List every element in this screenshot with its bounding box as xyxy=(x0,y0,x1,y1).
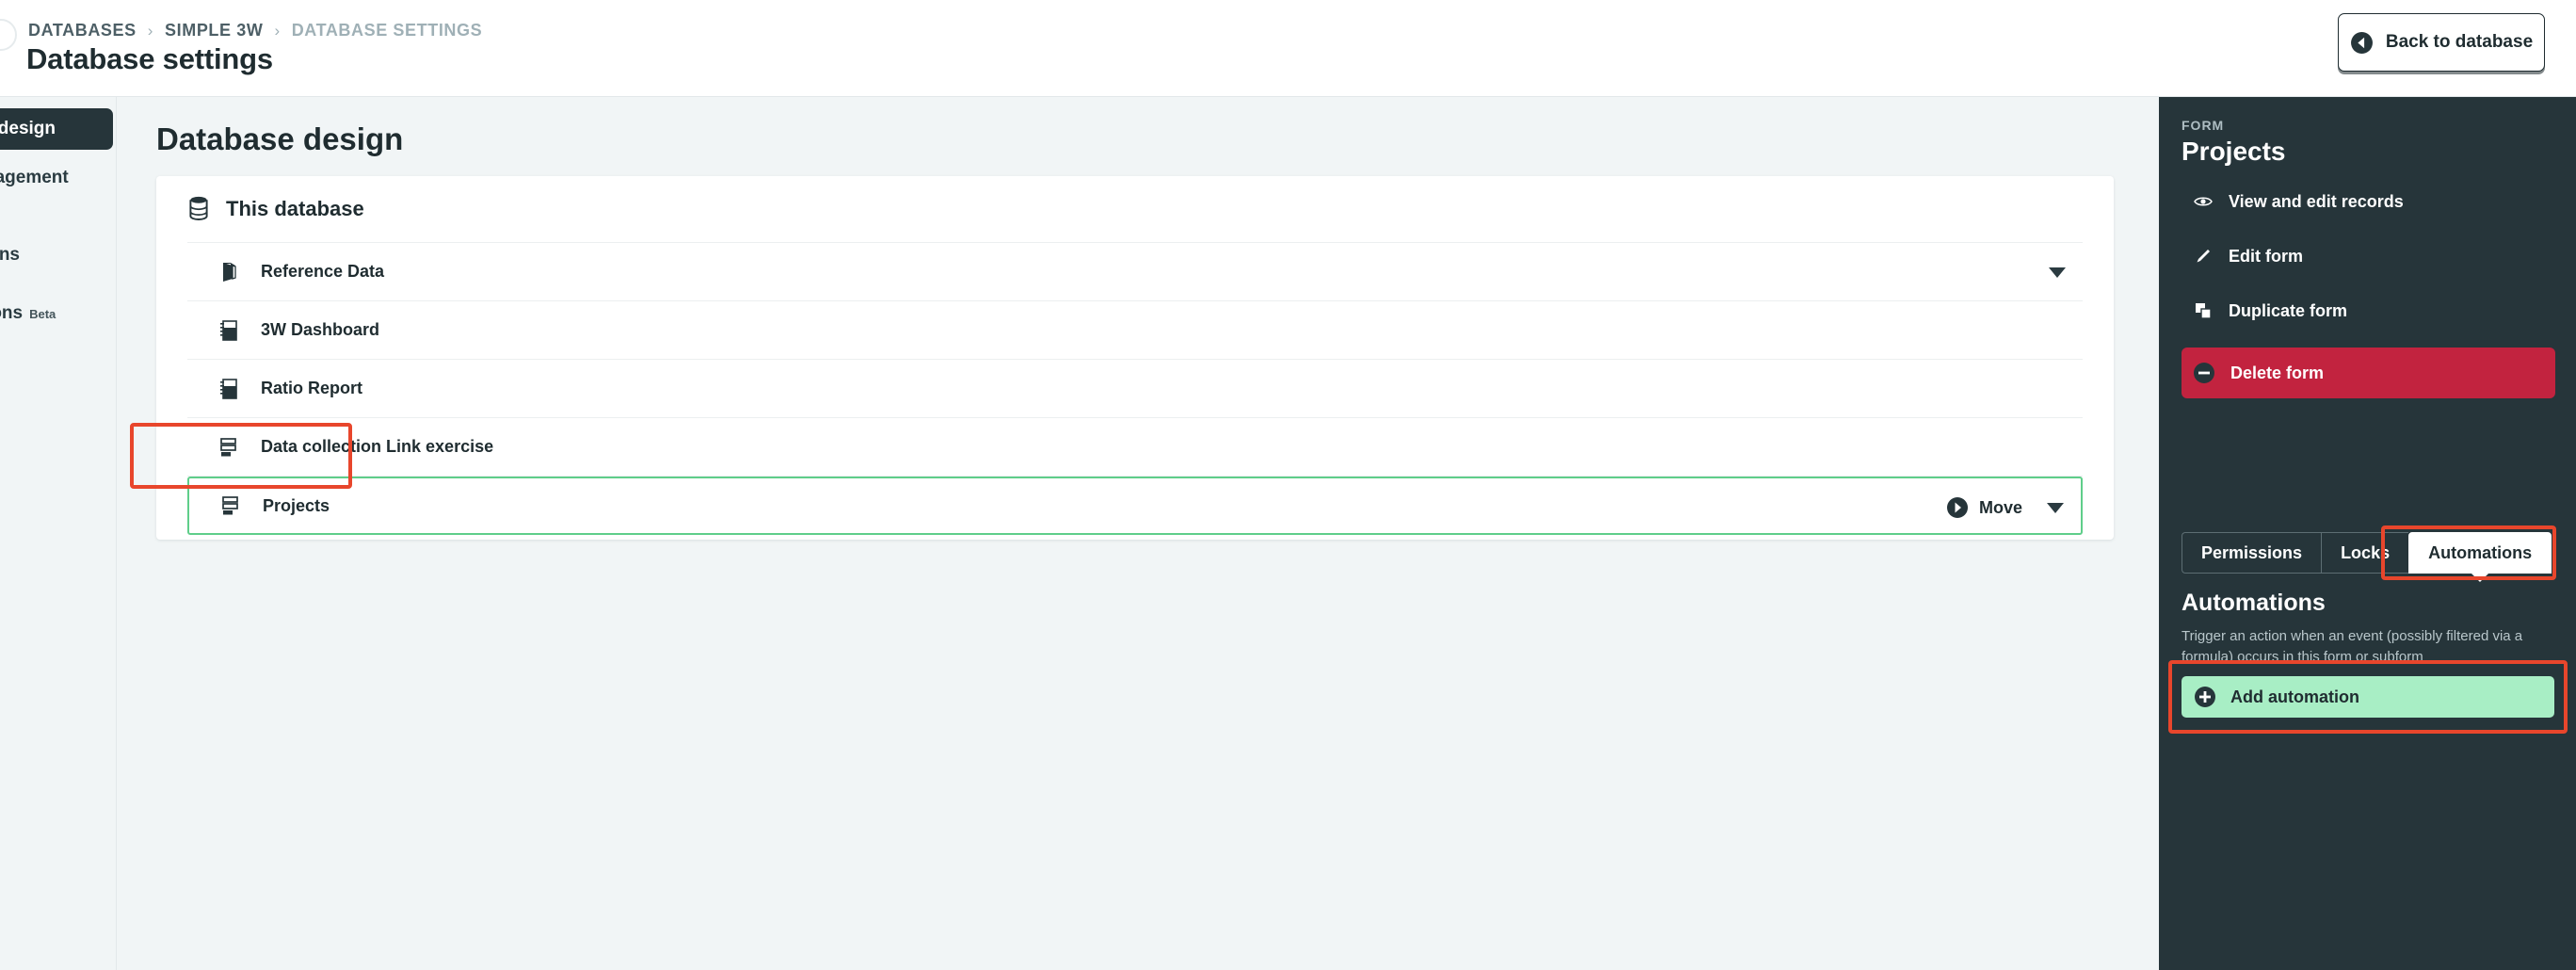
design-row-controls: Move xyxy=(1946,478,2081,537)
circle-minus-icon xyxy=(2194,363,2214,383)
design-row-label: Reference Data xyxy=(261,262,385,281)
pencil-icon xyxy=(2193,248,2214,265)
design-row-label: Projects xyxy=(263,495,330,515)
sidebar-item-database-design[interactable]: Database design xyxy=(0,108,113,150)
design-row-label: 3W Dashboard xyxy=(261,320,380,339)
duplicate-form-button[interactable]: Duplicate form xyxy=(2182,291,2555,331)
action-label: Duplicate form xyxy=(2229,300,2348,320)
panel-tabs: Permissions Locks Automations xyxy=(2182,532,2552,574)
view-and-edit-records-button[interactable]: View and edit records xyxy=(2182,182,2555,221)
back-to-database-button[interactable]: Back to database xyxy=(2338,13,2545,72)
design-row-reference-data[interactable]: Reference Data xyxy=(187,243,2083,301)
sidebar-item-automations[interactable]: Automations Beta xyxy=(0,293,113,334)
design-row-3w-dashboard[interactable]: 3W Dashboard xyxy=(187,301,2083,360)
app-root: DATABASES › SIMPLE 3W › DATABASE SETTING… xyxy=(0,0,2576,970)
card-header: This database xyxy=(156,176,2114,242)
tab-locks[interactable]: Locks xyxy=(2321,532,2409,574)
top-bar: DATABASES › SIMPLE 3W › DATABASE SETTING… xyxy=(0,0,2576,97)
move-label: Move xyxy=(1978,497,2022,517)
breadcrumb-item-database-settings: DATABASE SETTINGS xyxy=(291,21,483,40)
tab-automations[interactable]: Automations xyxy=(2408,532,2552,574)
delete-form-button[interactable]: Delete form xyxy=(2182,348,2555,398)
this-database-card: This database Reference Data 3W Dashboar… xyxy=(130,176,2114,540)
sidebar: Database design User management Permissi… xyxy=(0,97,117,970)
circle-arrow-right-icon xyxy=(1946,497,1968,518)
database-design-heading: Database design xyxy=(156,121,404,156)
beta-badge: Beta xyxy=(29,306,56,321)
design-row-label: Data collection Link exercise xyxy=(261,437,494,456)
action-label: Edit form xyxy=(2229,246,2303,266)
form-icon xyxy=(217,437,240,458)
circle-arrow-left-icon xyxy=(2350,31,2373,54)
circle-plus-icon xyxy=(2195,687,2215,707)
design-row-data-collection-link-exercise[interactable]: Data collection Link exercise xyxy=(187,418,2083,477)
panel-title: Projects xyxy=(2182,137,2286,166)
tab-label: Automations xyxy=(2428,542,2533,562)
back-to-database-label: Back to database xyxy=(2385,32,2534,52)
panel-kicker: FORM xyxy=(2182,118,2225,133)
design-row-controls xyxy=(2049,243,2083,301)
automations-description: Trigger an action when an event (possibl… xyxy=(2182,628,2523,665)
dashboard-icon xyxy=(217,378,240,399)
edit-form-button[interactable]: Edit form xyxy=(2182,236,2555,276)
breadcrumb-item-simple-3w[interactable]: SIMPLE 3W xyxy=(165,21,263,40)
design-row-ratio-report[interactable]: Ratio Report xyxy=(187,360,2083,418)
sidebar-item-label: Permissions xyxy=(0,245,20,265)
chevron-down-icon[interactable] xyxy=(2049,267,2066,278)
design-row-label: Ratio Report xyxy=(261,379,362,397)
chevron-down-icon[interactable] xyxy=(2047,502,2064,513)
breadcrumb-item-databases[interactable]: DATABASES xyxy=(28,21,137,40)
sidebar-item-user-management[interactable]: User management xyxy=(0,157,113,199)
form-details-panel: FORM Projects View and edit records Edit… xyxy=(2159,97,2576,970)
tab-permissions[interactable]: Permissions xyxy=(2182,532,2322,574)
add-automation-label: Add automation xyxy=(2230,687,2359,706)
sidebar-item-label: User management xyxy=(0,168,69,187)
tab-label: Permissions xyxy=(2201,542,2303,562)
database-icon xyxy=(189,196,208,220)
dashboard-icon xyxy=(217,319,240,341)
breadcrumb: DATABASES › SIMPLE 3W › DATABASE SETTING… xyxy=(28,21,482,40)
move-button[interactable]: Move xyxy=(1946,496,2022,519)
folder-icon xyxy=(217,262,240,283)
sidebar-item-label: Automations xyxy=(0,303,24,323)
chevron-right-icon: › xyxy=(147,21,154,40)
copy-icon xyxy=(2193,302,2214,319)
main-content: Database design This database Reference … xyxy=(117,97,2159,970)
automations-section-title: Automations xyxy=(2182,590,2326,616)
tab-label: Locks xyxy=(2341,542,2391,562)
avatar xyxy=(0,19,17,51)
page-title: Database settings xyxy=(26,42,273,75)
eye-icon xyxy=(2193,195,2214,208)
card-header-label: This database xyxy=(226,197,364,220)
design-item-list: Reference Data 3W Dashboard Ratio Report… xyxy=(187,242,2083,535)
form-icon xyxy=(219,495,242,516)
design-row-projects[interactable]: Projects Move xyxy=(187,477,2083,535)
sidebar-item-label: Database design xyxy=(0,119,56,138)
add-automation-button[interactable]: Add automation xyxy=(2182,676,2554,718)
action-label: View and edit records xyxy=(2229,191,2404,211)
chevron-right-icon: › xyxy=(274,21,281,40)
delete-form-label: Delete form xyxy=(2230,363,2325,382)
